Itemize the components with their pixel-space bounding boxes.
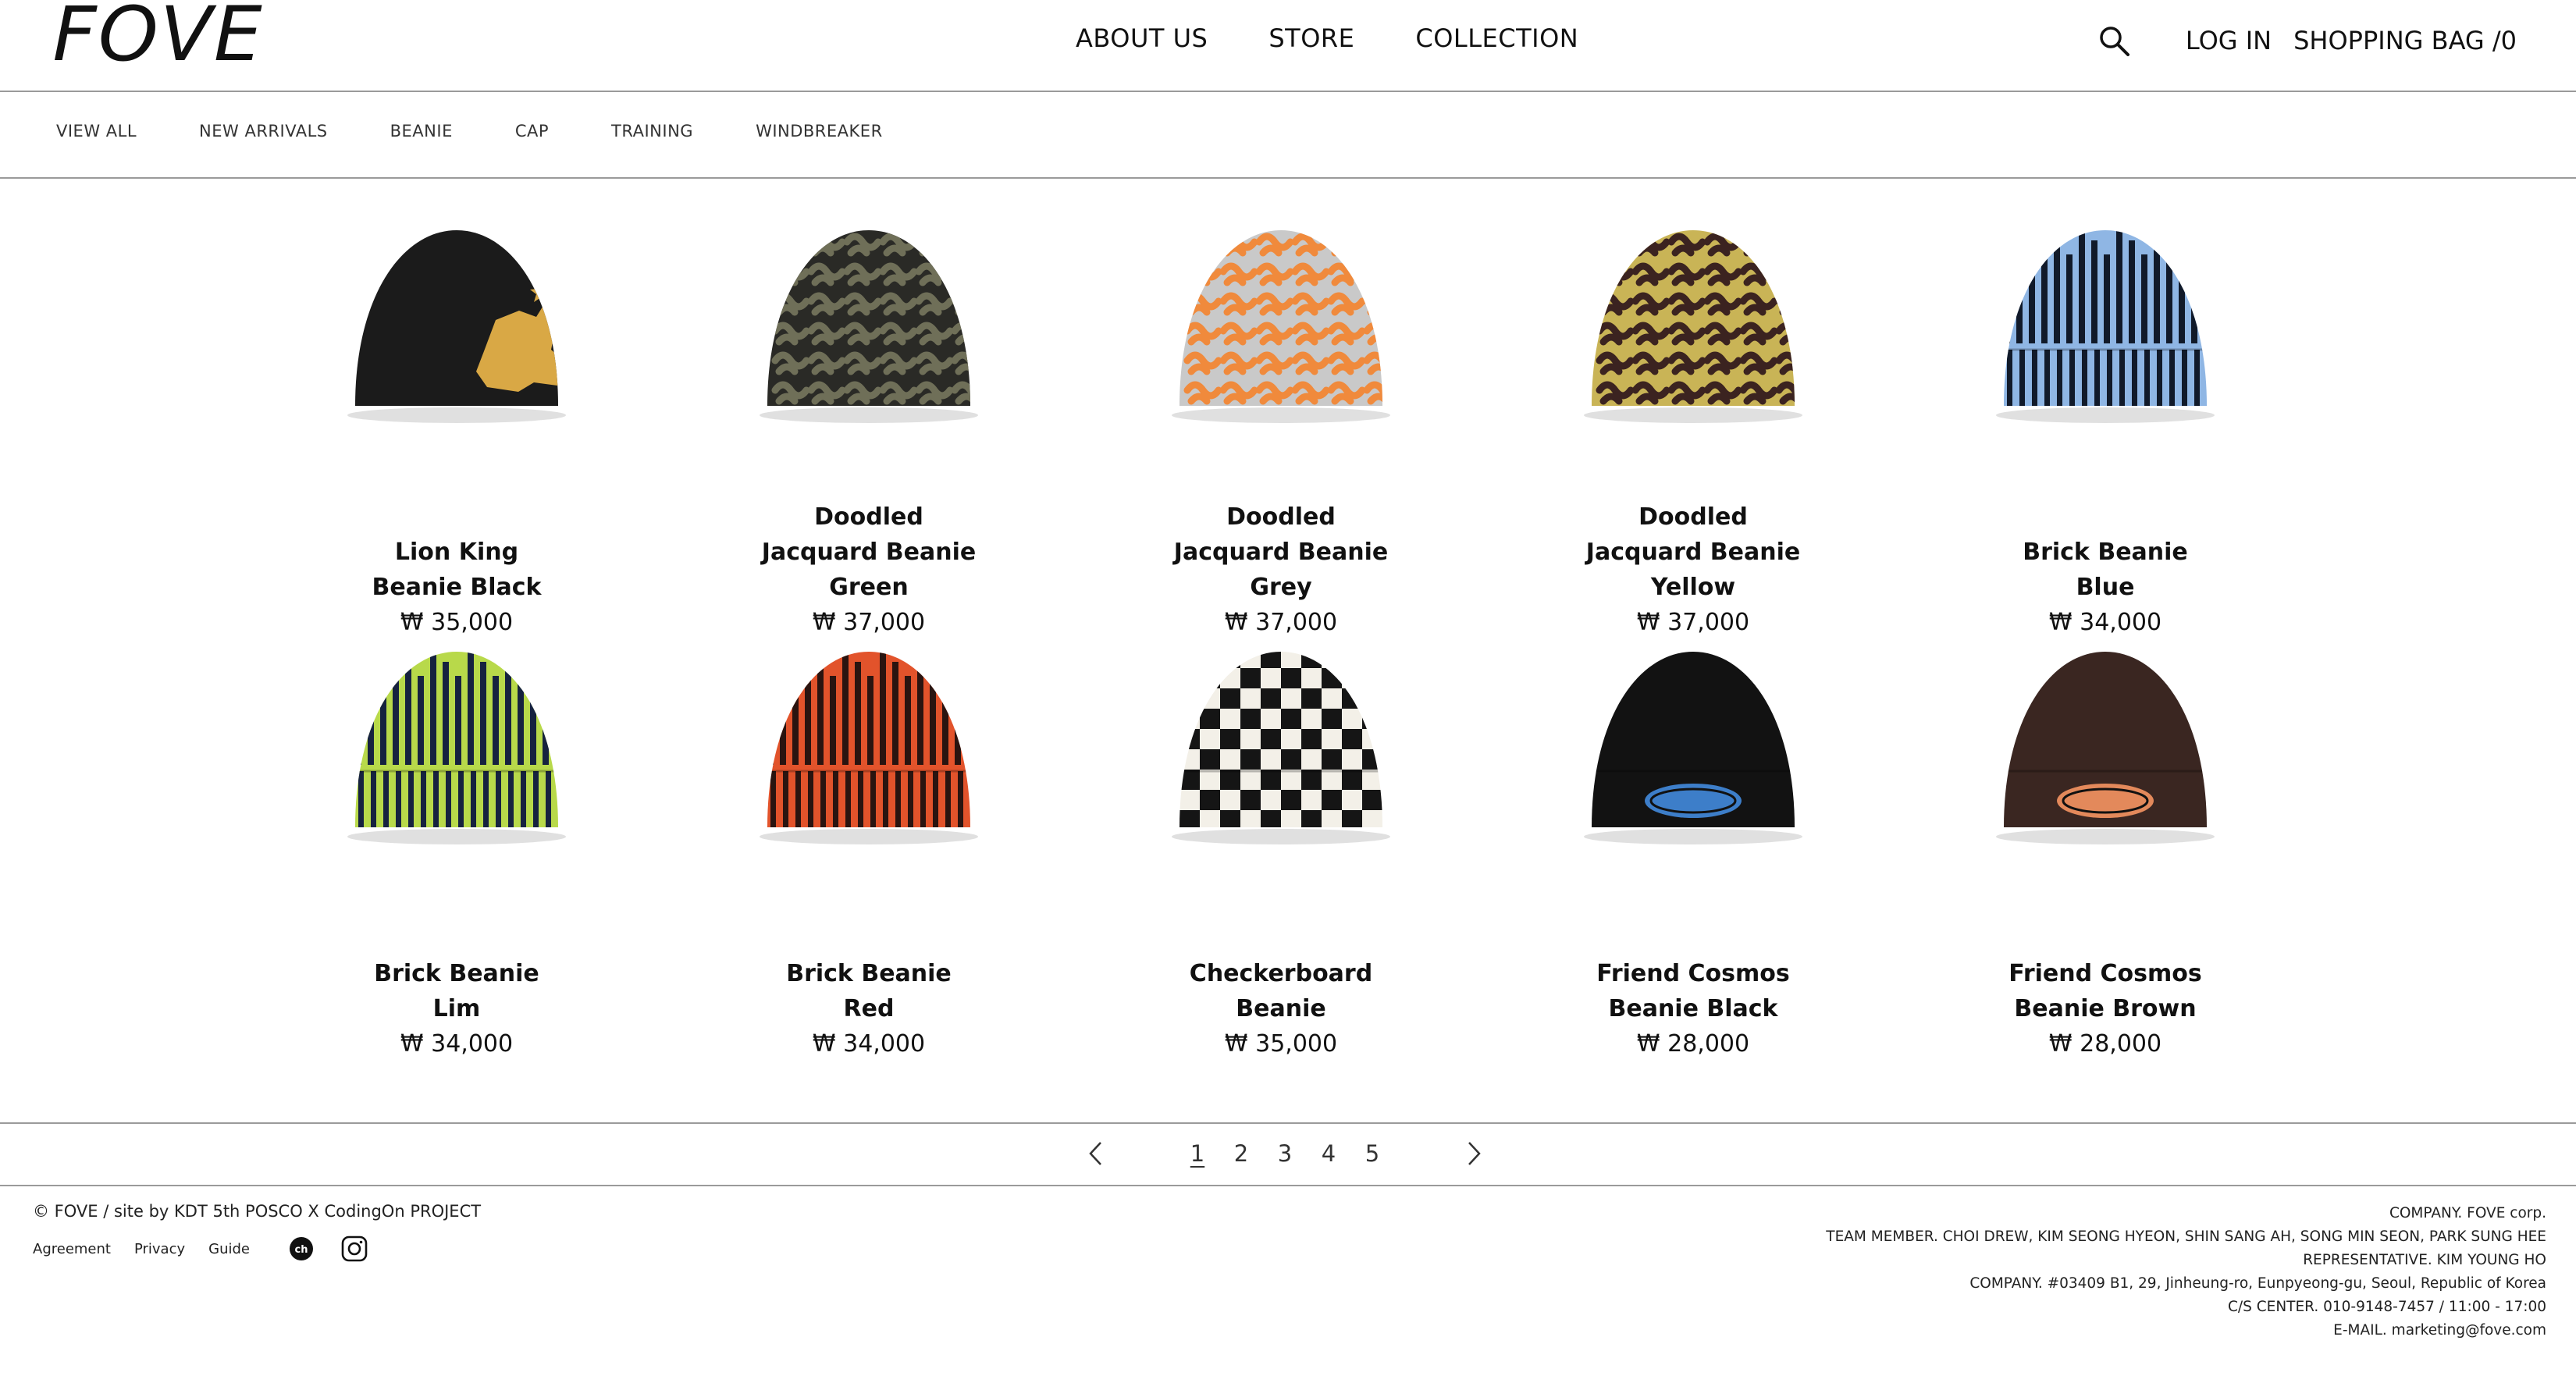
- product-name[interactable]: Brick Beanie Red: [697, 956, 1041, 1026]
- copyright: © FOVE / site by KDT 5th POSCO X CodingO…: [33, 1202, 482, 1221]
- instagram-icon[interactable]: [340, 1235, 368, 1263]
- product-price: ₩ 28,000: [2048, 1030, 2162, 1058]
- product-card[interactable]: Doodled Jacquard Beanie Yellow ₩ 37,000: [1521, 195, 1865, 640]
- footer-agreement-link[interactable]: Agreement: [33, 1241, 111, 1257]
- representative: REPRESENTATIVE. KIM YOUNG HO: [2303, 1252, 2546, 1268]
- product-card[interactable]: Doodled Jacquard Beanie Green ₩ 37,000: [697, 195, 1041, 640]
- product-name[interactable]: Doodled Jacquard Beanie Grey: [1109, 500, 1453, 605]
- chevron-right-icon[interactable]: [1460, 1138, 1488, 1169]
- login-link[interactable]: LOG IN: [2186, 26, 2272, 55]
- product-card[interactable]: Doodled Jacquard Beanie Grey ₩ 37,000: [1109, 195, 1453, 640]
- product-image[interactable]: [1148, 617, 1414, 882]
- product-card[interactable]: Checkerboard Beanie ₩ 35,000: [1109, 617, 1453, 1061]
- main-nav: ABOUT US STORE COLLECTION: [1076, 23, 1578, 53]
- footer-left: © FOVE / site by KDT 5th POSCO X CodingO…: [33, 1202, 481, 1263]
- product-image[interactable]: [1560, 617, 1826, 882]
- category-windbreaker[interactable]: WINDBREAKER: [756, 122, 883, 140]
- nav-collection[interactable]: COLLECTION: [1415, 23, 1578, 53]
- page-link-4[interactable]: 4: [1319, 1140, 1338, 1167]
- product-image[interactable]: [736, 617, 1002, 882]
- logo[interactable]: FOVE: [52, 0, 263, 72]
- product-image[interactable]: [324, 617, 589, 882]
- product-image[interactable]: [324, 195, 589, 460]
- product-card[interactable]: Brick Beanie Lim ₩ 34,000: [285, 617, 628, 1061]
- product-image[interactable]: [1148, 195, 1414, 460]
- category-cap[interactable]: CAP: [515, 122, 549, 140]
- site-header: FOVE ABOUT US STORE COLLECTION LOG IN SH…: [0, 0, 2576, 92]
- team-members: TEAM MEMBER. CHOI DREW, KIM SEONG HYEON,…: [1826, 1228, 2546, 1245]
- cs-center: C/S CENTER. 010-9148-7457 / 11:00 - 17:0…: [2227, 1299, 2546, 1315]
- product-price: ₩ 28,000: [1636, 1030, 1750, 1058]
- product-name[interactable]: Lion King Beanie Black: [285, 535, 628, 605]
- product-name[interactable]: Doodled Jacquard Beanie Green: [697, 500, 1041, 605]
- product-image[interactable]: [1973, 195, 2238, 460]
- product-info: Brick Beanie Lim ₩ 34,000: [285, 956, 628, 1061]
- product-image[interactable]: [1560, 195, 1826, 460]
- product-info: Friend Cosmos Beanie Brown ₩ 28,000: [1934, 956, 2277, 1061]
- nav-store[interactable]: STORE: [1268, 23, 1354, 53]
- product-card[interactable]: Friend Cosmos Beanie Brown ₩ 28,000: [1934, 617, 2277, 1061]
- kakao-channel-icon[interactable]: ch: [289, 1236, 314, 1261]
- footer-links: Agreement Privacy Guide ch: [33, 1235, 481, 1263]
- product-image[interactable]: [1973, 617, 2238, 882]
- footer-guide-link[interactable]: Guide: [208, 1241, 250, 1257]
- chevron-left-icon[interactable]: [1082, 1138, 1110, 1169]
- product-card[interactable]: Friend Cosmos Beanie Black ₩ 28,000: [1521, 617, 1865, 1061]
- product-image[interactable]: [736, 195, 1002, 460]
- contact-email: E-MAIL. marketing@fove.com: [2333, 1322, 2546, 1339]
- pagination: 1 2 3 4 5: [0, 1122, 2576, 1186]
- product-name[interactable]: Checkerboard Beanie: [1109, 956, 1453, 1026]
- product-price: ₩ 35,000: [1224, 1030, 1338, 1058]
- product-name[interactable]: Brick Beanie Lim: [285, 956, 628, 1026]
- product-card[interactable]: Brick Beanie Red ₩ 34,000: [697, 617, 1041, 1061]
- category-beanie[interactable]: BEANIE: [390, 122, 453, 140]
- product-name[interactable]: Friend Cosmos Beanie Brown: [1934, 956, 2277, 1026]
- company-address: COMPANY. #03409 B1, 29, Jinheung-ro, Eun…: [1969, 1275, 2546, 1292]
- product-card[interactable]: Lion King Beanie Black ₩ 35,000: [285, 195, 628, 640]
- product-price: ₩ 34,000: [400, 1030, 514, 1058]
- footer-privacy-link[interactable]: Privacy: [134, 1241, 185, 1257]
- shopping-bag-link[interactable]: SHOPPING BAG /0: [2293, 26, 2517, 55]
- search-icon[interactable]: [2097, 23, 2131, 58]
- category-nav: VIEW ALL NEW ARRIVALS BEANIE CAP TRAININ…: [0, 94, 2576, 179]
- account-nav: LOG IN SHOPPING BAG /0: [2097, 23, 2517, 58]
- product-name[interactable]: Doodled Jacquard Beanie Yellow: [1521, 500, 1865, 605]
- product-name[interactable]: Brick Beanie Blue: [1934, 535, 2277, 605]
- category-training[interactable]: TRAINING: [611, 122, 693, 140]
- svg-text:ch: ch: [295, 1244, 308, 1256]
- category-new-arrivals[interactable]: NEW ARRIVALS: [199, 122, 328, 140]
- page-link-5[interactable]: 5: [1363, 1140, 1382, 1167]
- page-link-1[interactable]: 1: [1188, 1140, 1207, 1167]
- company-info: COMPANY. FOVE corp. TEAM MEMBER. CHOI DR…: [1826, 1202, 2546, 1342]
- product-info: Friend Cosmos Beanie Black ₩ 28,000: [1521, 956, 1865, 1061]
- product-info: Checkerboard Beanie ₩ 35,000: [1109, 956, 1453, 1061]
- company-name: COMPANY. FOVE corp.: [2389, 1205, 2546, 1221]
- page-link-2[interactable]: 2: [1232, 1140, 1251, 1167]
- category-view-all[interactable]: VIEW ALL: [56, 122, 137, 140]
- product-info: Brick Beanie Red ₩ 34,000: [697, 956, 1041, 1061]
- product-card[interactable]: Brick Beanie Blue ₩ 34,000: [1934, 195, 2277, 640]
- product-name[interactable]: Friend Cosmos Beanie Black: [1521, 956, 1865, 1026]
- nav-about-us[interactable]: ABOUT US: [1076, 23, 1208, 53]
- product-price: ₩ 34,000: [812, 1030, 926, 1058]
- page-link-3[interactable]: 3: [1276, 1140, 1294, 1167]
